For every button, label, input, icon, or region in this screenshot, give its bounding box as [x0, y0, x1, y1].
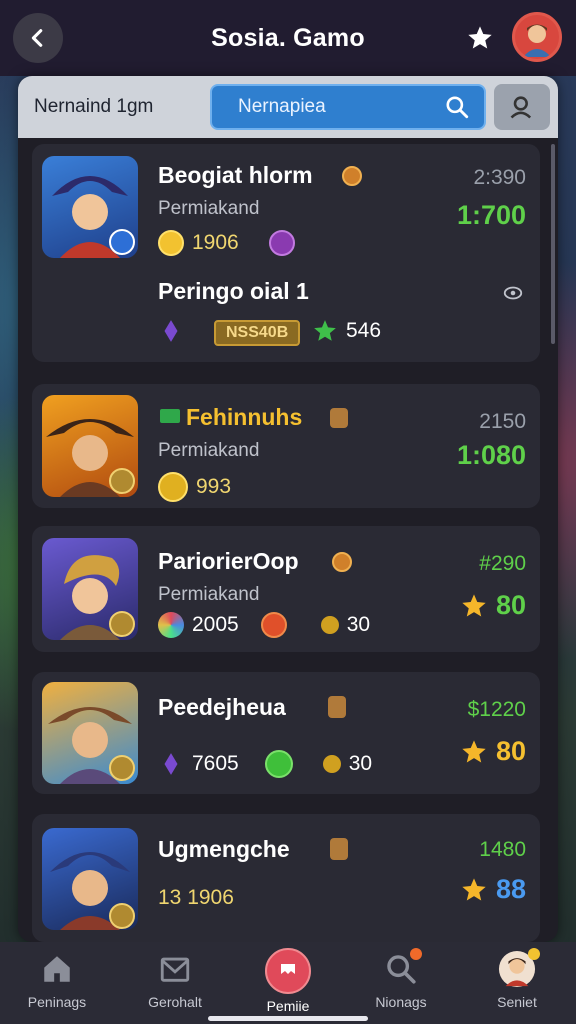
eye-icon[interactable] [502, 282, 524, 304]
fire-orb-icon [260, 612, 287, 638]
player-portrait [42, 682, 138, 784]
gold-stat: 13 1906 [158, 886, 234, 909]
leaderboard-panel: Nernaind 1gm Nernapiea Beogiat hlorm Per… [18, 76, 558, 942]
nav-item-search[interactable]: Nionags [356, 948, 446, 1010]
player-portrait [42, 395, 138, 497]
player-subtitle: Permiakand [158, 584, 260, 605]
coin-icon [342, 166, 362, 186]
search-row: Nernaind 1gm Nernapiea [18, 76, 558, 138]
potion-stat: 7605 30 [158, 750, 372, 778]
star-icon[interactable] [466, 24, 494, 52]
player-extra-title: Peringo oial 1 [158, 278, 309, 304]
bottom-nav: Peninags Gerohalt Pemiie Nionags Seniet [0, 942, 576, 1024]
barrel-icon [328, 696, 346, 718]
nav-item-profile[interactable]: Seniet [472, 948, 562, 1010]
gold-coin-icon [322, 755, 341, 773]
item-tag: NSS40B [214, 320, 301, 346]
search-icon[interactable] [444, 94, 470, 120]
chevron-left-icon [31, 29, 43, 47]
badge-coin-icon [528, 948, 540, 960]
player-card[interactable]: Peedejheua $1220 80 7605 30 [32, 672, 540, 794]
player-card[interactable]: Fehinnuhs Permiakand 2150 1:080 993 [32, 384, 540, 508]
player-card[interactable]: Ugmengche 1480 88 13 1906 [32, 814, 540, 942]
player-name: Fehinnuhs [186, 404, 303, 430]
player-rank: #290 [479, 552, 526, 575]
search-label: Nernaind 1gm [34, 96, 154, 117]
player-name: Ugmengche [158, 836, 290, 862]
player-score: 1:080 [456, 440, 526, 470]
nav-item-active[interactable]: Pemiie [243, 948, 333, 1014]
top-bar: Sosia. Gamo [0, 0, 576, 76]
purple-gem-icon [268, 230, 295, 256]
nav-label: Gerohalt [148, 994, 202, 1010]
player-portrait [42, 538, 138, 640]
home-indicator[interactable] [208, 1016, 368, 1021]
gold-star-icon [462, 593, 486, 616]
barrel-icon [330, 838, 348, 860]
player-rank: 2150 [479, 410, 526, 433]
player-subtitle: Permiakand [158, 198, 260, 219]
star-score: 80 [460, 590, 526, 621]
mail-icon [160, 957, 190, 982]
player-subtitle: Permiakand [158, 440, 260, 461]
search-value: Nernapiea [238, 96, 326, 117]
gold-coin-icon [158, 472, 188, 502]
coin-icon [332, 552, 352, 572]
star-score: 80 [460, 736, 526, 767]
nav-label: Seniet [497, 994, 537, 1010]
gold-star-icon [462, 877, 486, 900]
player-name: Peedejheua [158, 694, 286, 720]
nav-item-mail[interactable]: Gerohalt [130, 948, 220, 1010]
avatar-icon [523, 24, 551, 57]
emerald-stat: 546 [312, 318, 381, 344]
rainbow-gem-icon [158, 612, 184, 638]
home-icon [44, 956, 70, 982]
player-rank: 1480 [479, 838, 526, 861]
purple-potion-icon [164, 320, 178, 342]
gold-star-icon [462, 739, 486, 762]
emerald-star-icon [314, 320, 336, 341]
gold-coin-icon [320, 616, 339, 634]
star-score: 88 [460, 874, 526, 905]
player-portrait [42, 828, 138, 930]
green-apple-icon [264, 750, 293, 778]
notification-dot-icon [410, 948, 422, 960]
player-rank: 2:390 [473, 166, 526, 189]
gold-coin-icon [158, 230, 184, 256]
gem-stat: 2005 30 [158, 612, 370, 638]
player-name: PariorierOop [158, 548, 299, 574]
purple-potion-icon [164, 753, 178, 775]
nav-item-home[interactable]: Peninags [12, 948, 102, 1010]
player-portrait [42, 156, 138, 258]
user-avatar[interactable] [512, 12, 562, 62]
nav-label: Peninags [27, 994, 87, 1010]
player-list: Beogiat hlorm Permiakand 2:390 1:700 190… [18, 138, 558, 942]
scrollbar[interactable] [551, 144, 555, 344]
player-card[interactable]: PariorierOop Permiakand #290 80 2005 30 [32, 526, 540, 652]
page-title: Sosia. Gamo [211, 23, 365, 52]
player-name: Beogiat hlorm [158, 162, 313, 188]
back-button[interactable] [13, 13, 63, 63]
user-search-icon [510, 96, 532, 119]
player-card[interactable]: Beogiat hlorm Permiakand 2:390 1:700 190… [32, 144, 540, 362]
player-rank: $1220 [467, 698, 526, 721]
barrel-icon [330, 408, 348, 428]
gold-stat: 993 [158, 472, 231, 502]
search-input[interactable]: Nernapiea [210, 84, 486, 130]
cash-icon [160, 409, 180, 423]
nav-label: Nionags [375, 994, 427, 1010]
bookmark-icon [281, 964, 295, 974]
nav-label: Pemiie [266, 998, 310, 1014]
player-score: 1:700 [456, 200, 526, 230]
profile-search-button[interactable] [494, 84, 550, 130]
gold-stat: 1906 [158, 230, 295, 256]
